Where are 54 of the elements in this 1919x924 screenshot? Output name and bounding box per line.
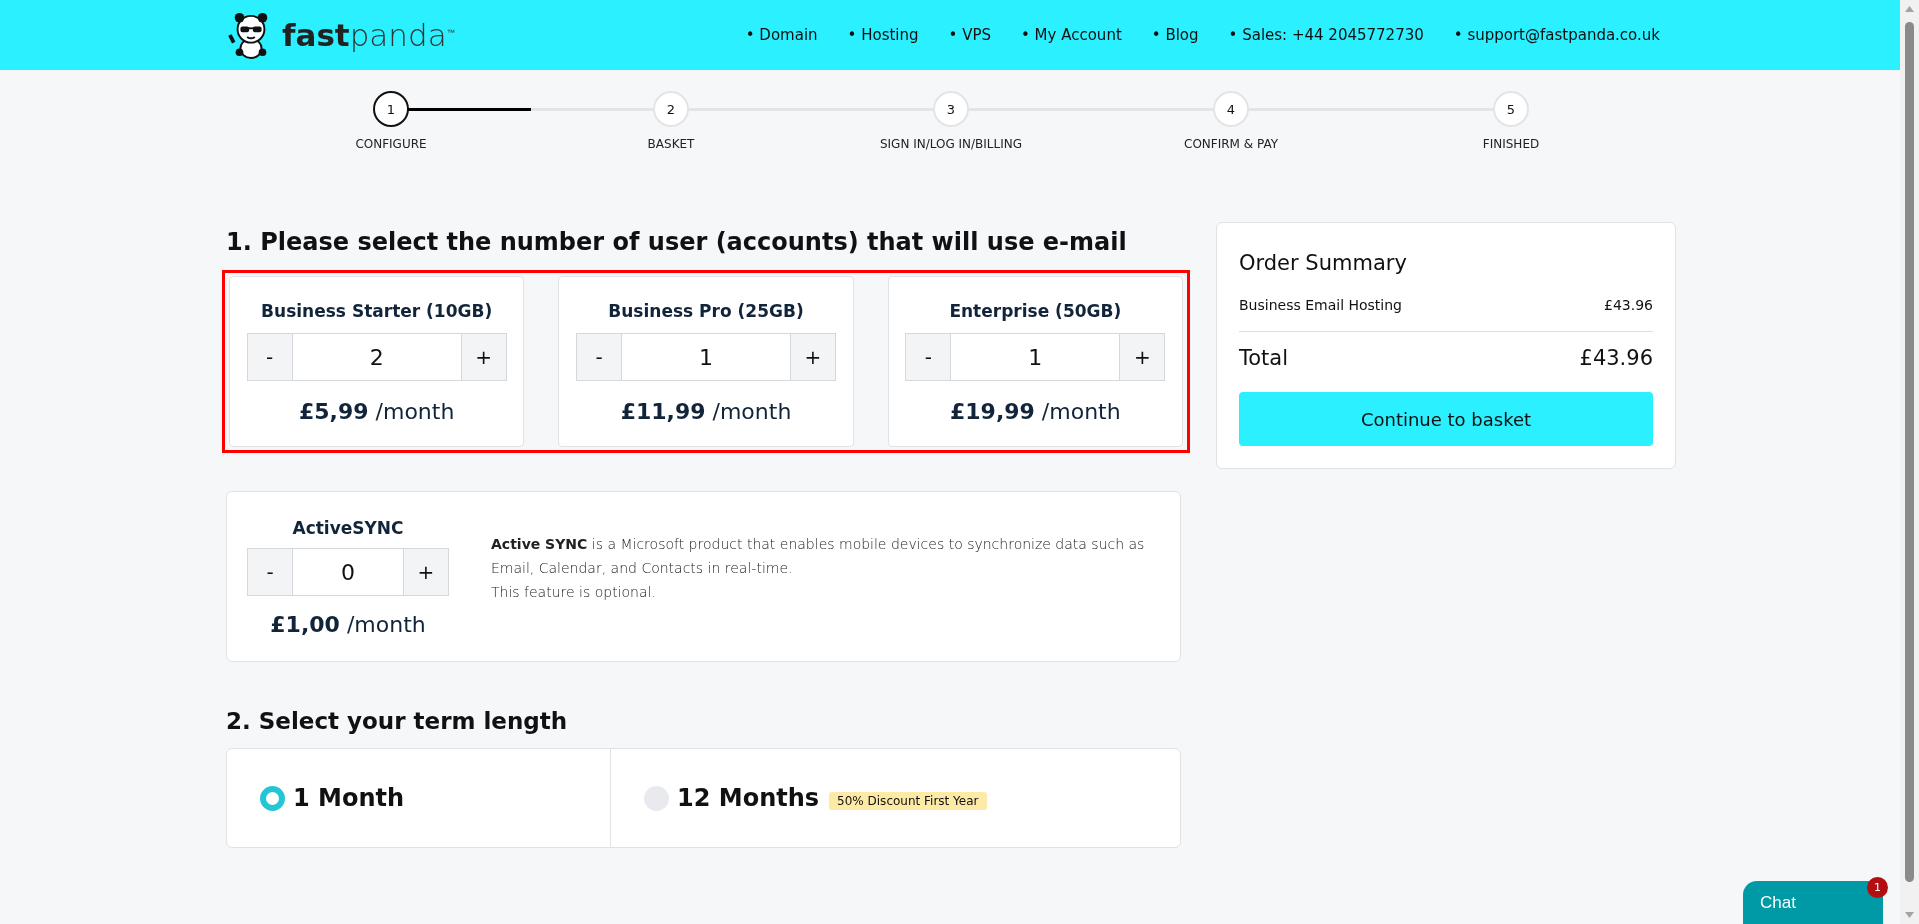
quantity-field[interactable]: 1: [622, 333, 790, 381]
scrollbar-drawing[interactable]: [1900, 0, 1919, 924]
plan-name: Business Pro (25GB): [608, 301, 804, 321]
continue-button[interactable]: Continue to basket: [1239, 392, 1653, 446]
step-circle[interactable]: 5: [1493, 91, 1529, 127]
addon-description: This feature is optional.: [491, 582, 657, 602]
total-label: Total: [1239, 346, 1289, 370]
nav-link[interactable]: • Domain: [745, 26, 818, 44]
summary-title: Order Summary: [1239, 251, 1408, 275]
step-label: CONFIGURE: [355, 137, 427, 151]
logo-wordmark[interactable]: fastpanda$^{™}$: [282, 17, 455, 53]
quantity-field[interactable]: 0: [293, 548, 403, 596]
plan-price: £5,99 /month: [298, 399, 455, 424]
section-heading: 2. Select your term length: [226, 708, 569, 734]
plan-price: £19,99 /month: [949, 399, 1121, 424]
notification-badge: 1: [1867, 877, 1888, 898]
plan-name: Business Starter (10GB): [261, 301, 493, 321]
quantity-field[interactable]: 2: [292, 333, 461, 381]
decrement-button[interactable]: -: [246, 333, 293, 381]
decrement-button[interactable]: -: [905, 333, 952, 381]
addon-description: Active SYNC is a Microsoft product that enables mobile devices to synchronize data such as Email, Calendar, and Contacts in real-time.: [491, 534, 1146, 578]
plan-name: Enterprise (50GB): [949, 301, 1122, 321]
nav-link[interactable]: • Hosting: [847, 26, 919, 44]
nav-link[interactable]: • My Account: [1021, 26, 1122, 44]
step-label: FINISHED: [1482, 137, 1540, 151]
increment-button[interactable]: +: [790, 333, 836, 381]
radio-button[interactable]: [260, 785, 285, 811]
line-item-amount: £43.96: [1604, 297, 1653, 313]
nav-link[interactable]: • VPS: [948, 26, 991, 44]
step-circle[interactable]: 3: [933, 91, 969, 127]
addon-name: ActiveSYNC: [292, 518, 404, 538]
plan-price: £11,99 /month: [620, 399, 792, 424]
section-heading: 1. Please select the number of user (accounts) that will use e-mail: [226, 228, 1128, 256]
increment-button[interactable]: +: [1119, 333, 1166, 381]
discount-badge: 50% Discount First Year: [829, 792, 987, 810]
term-label[interactable]: 12 Months: [677, 784, 820, 812]
addon-price: £1,00 /month: [270, 612, 426, 637]
quantity-field[interactable]: 1: [951, 333, 1120, 381]
step-circle[interactable]: 4: [1213, 91, 1249, 127]
step-label: SIGN IN/LOG IN/BILLING: [879, 137, 1023, 151]
nav-link[interactable]: • Sales: +44 2045772730: [1228, 26, 1424, 44]
step-label: BASKET: [647, 137, 695, 151]
increment-button[interactable]: +: [403, 548, 449, 596]
term-label[interactable]: 1 Month: [293, 784, 405, 812]
step-circle[interactable]: 2: [653, 91, 689, 127]
nav-link[interactable]: • support@fastpanda.co.uk: [1453, 26, 1660, 44]
step-circle[interactable]: 1: [373, 91, 409, 127]
nav-link[interactable]: • Blog: [1151, 26, 1199, 44]
decrement-button[interactable]: -: [247, 548, 293, 596]
decrement-button[interactable]: -: [576, 333, 622, 381]
increment-button[interactable]: +: [460, 333, 507, 381]
line-item-label: Business Email Hosting: [1239, 297, 1402, 313]
step-label: CONFIRM & PAY: [1184, 137, 1278, 151]
total-amount: £43.96: [1579, 346, 1653, 370]
